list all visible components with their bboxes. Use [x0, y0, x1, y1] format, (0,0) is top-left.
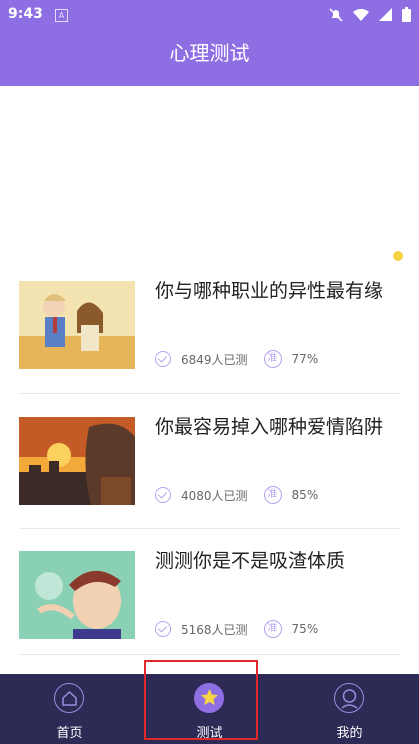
check-circle-icon — [155, 621, 171, 637]
list-item[interactable]: 测测你是不是吸渣体质 5168人已测 准 75% — [0, 540, 419, 670]
test-count: 5168人已测 — [181, 622, 248, 637]
test-meta: 5168人已测 准 75% — [155, 620, 318, 638]
check-circle-icon — [155, 351, 171, 367]
divider — [19, 654, 400, 655]
profile-icon — [334, 683, 364, 713]
wifi-icon — [353, 8, 369, 21]
test-count: 6849人已测 — [181, 352, 248, 367]
test-title: 你最容易掉入哪种爱情陷阱 — [155, 416, 384, 438]
test-accuracy: 77% — [291, 352, 319, 366]
test-title: 你与哪种职业的异性最有缘 — [155, 280, 384, 302]
battery-icon — [402, 7, 411, 22]
tab-label: 首页 — [56, 726, 83, 741]
status-icons — [329, 7, 411, 22]
test-meta: 6849人已测 准 77% — [155, 350, 318, 368]
test-accuracy: 75% — [291, 622, 319, 636]
mute-icon — [329, 7, 343, 22]
test-thumbnail — [19, 551, 135, 639]
app-header: 心理测试 — [0, 30, 419, 86]
list-item[interactable]: 你最容易掉入哪种爱情陷阱 4080人已测 准 85% — [0, 406, 419, 536]
divider — [19, 393, 400, 394]
tab-profile[interactable]: 我的 — [280, 674, 419, 744]
accuracy-badge-icon: 准 — [263, 486, 282, 504]
divider — [19, 528, 400, 529]
test-title: 测测你是不是吸渣体质 — [155, 550, 346, 572]
accuracy-badge-icon: 准 — [263, 350, 282, 368]
signal-icon — [379, 8, 392, 21]
active-tab-highlight-box — [144, 660, 258, 740]
app-notification-icon: A — [55, 9, 68, 22]
test-count: 4080人已测 — [181, 488, 248, 503]
accuracy-badge-icon: 准 — [263, 620, 282, 638]
list-item[interactable]: 你与哪种职业的异性最有缘 6849人已测 准 77% — [0, 270, 419, 400]
tab-label: 我的 — [336, 726, 363, 741]
test-thumbnail — [19, 417, 135, 505]
status-bar: 9:43 A — [0, 0, 419, 30]
banner-area[interactable] — [0, 86, 419, 256]
test-accuracy: 85% — [291, 488, 319, 502]
tab-home[interactable]: 首页 — [0, 674, 139, 744]
status-time: 9:43 — [8, 6, 43, 22]
test-thumbnail — [19, 281, 135, 369]
test-meta: 4080人已测 准 85% — [155, 486, 318, 504]
home-icon — [54, 683, 84, 713]
check-circle-icon — [155, 487, 171, 503]
carousel-indicator-dot — [393, 251, 403, 261]
page-title: 心理测试 — [169, 41, 250, 65]
